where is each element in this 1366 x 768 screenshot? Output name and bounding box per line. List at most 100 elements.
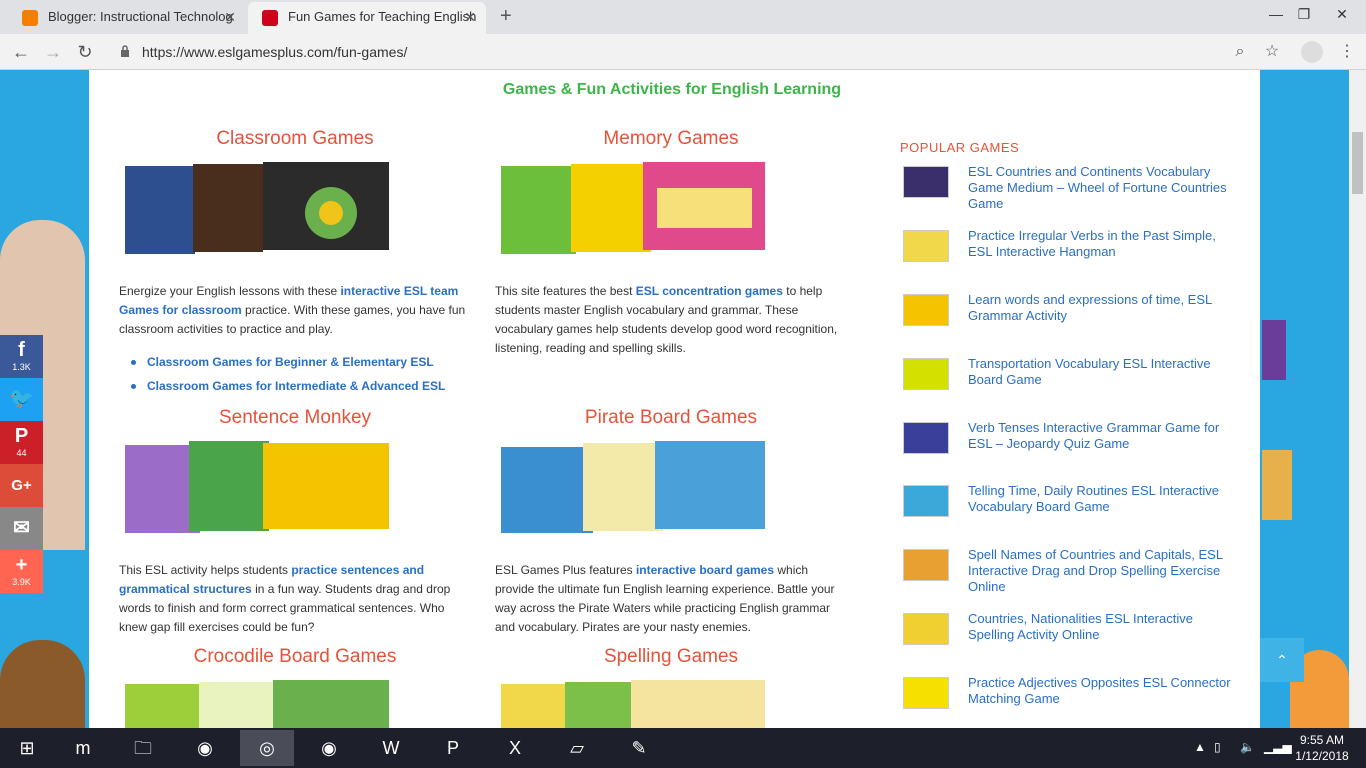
forward-icon[interactable]: → bbox=[40, 40, 66, 64]
file-manager-icon[interactable]: ▱ bbox=[550, 730, 604, 766]
popular-game-link[interactable]: Verb Tenses Interactive Grammar Game for… bbox=[968, 420, 1240, 452]
monkey-illustration bbox=[0, 640, 85, 728]
close-tab-icon[interactable]: ✕ bbox=[464, 2, 476, 32]
game-thumbnail[interactable] bbox=[903, 613, 949, 645]
esl-concentration-games-link[interactable]: ESL concentration games bbox=[636, 284, 783, 298]
game-thumbnail[interactable] bbox=[903, 677, 949, 709]
google-plus-share-button[interactable]: G+ bbox=[0, 464, 43, 507]
game-thumbnail[interactable] bbox=[903, 485, 949, 517]
pirate-board-games-thumbnail[interactable] bbox=[499, 437, 767, 537]
menu-icon[interactable]: ⋮ bbox=[1336, 41, 1358, 63]
card-title[interactable]: Memory Games bbox=[495, 128, 847, 150]
tab-strip: Blogger: Instructional Technolog ✕ Fun G… bbox=[0, 0, 1366, 34]
memory-games-thumbnail[interactable] bbox=[499, 158, 767, 258]
new-tab-button[interactable]: + bbox=[500, 5, 512, 28]
game-thumbnail[interactable] bbox=[903, 549, 949, 581]
more-share-button[interactable]: + 3.9K bbox=[0, 550, 43, 593]
windows-start-icon[interactable]: ⊞ bbox=[0, 730, 54, 766]
scrollbar-thumb[interactable] bbox=[1352, 132, 1363, 194]
card-title[interactable]: Pirate Board Games bbox=[495, 407, 847, 429]
restore-icon[interactable]: ❐ bbox=[1284, 2, 1324, 26]
reload-icon[interactable]: ↻ bbox=[72, 40, 98, 64]
volume-icon[interactable]: 🔈 bbox=[1240, 740, 1255, 754]
blogger-icon bbox=[22, 10, 38, 26]
game-thumbnail[interactable] bbox=[903, 294, 949, 326]
popular-game-link[interactable]: Learn words and expressions of time, ESL… bbox=[968, 292, 1240, 324]
file-explorer-icon[interactable]: 🗀 bbox=[116, 730, 170, 766]
card-title[interactable]: Classroom Games bbox=[119, 128, 471, 150]
network-icon[interactable]: ▯ bbox=[1214, 740, 1221, 754]
popular-game-link[interactable]: ESL Countries and Continents Vocabulary … bbox=[968, 164, 1240, 212]
share-count: 1.3K bbox=[12, 362, 31, 372]
share-count: 44 bbox=[16, 448, 27, 458]
twitter-icon: 🐦 bbox=[9, 388, 34, 410]
link-intermediate-advanced[interactable]: Classroom Games for Intermediate & Advan… bbox=[119, 374, 479, 398]
page-title: Games & Fun Activities for English Learn… bbox=[502, 81, 842, 98]
main-content: Games & Fun Activities for English Learn… bbox=[89, 70, 1260, 728]
url-text: https://www.eslgamesplus.com/fun-games/ bbox=[142, 44, 408, 60]
chrome-icon[interactable]: ◎ bbox=[240, 730, 294, 766]
tray-chevron-icon[interactable]: ▲ bbox=[1194, 740, 1206, 754]
tab-label: Blogger: Instructional Technolog bbox=[48, 9, 233, 24]
popular-game-link[interactable]: Countries, Nationalities ESL Interactive… bbox=[968, 611, 1240, 643]
game-thumbnail[interactable] bbox=[903, 230, 949, 262]
address-bar[interactable]: https://www.eslgamesplus.com/fun-games/ bbox=[110, 38, 1260, 66]
word-icon[interactable]: W bbox=[364, 730, 418, 766]
link-beginner-elementary[interactable]: Classroom Games for Beginner & Elementar… bbox=[119, 350, 479, 374]
card-description: ESL Games Plus features interactive boar… bbox=[495, 563, 835, 634]
tab-fun-games[interactable]: Fun Games for Teaching English ✕ bbox=[248, 2, 486, 34]
classroom-games-thumbnail[interactable] bbox=[123, 158, 391, 258]
popular-game-link[interactable]: Spell Names of Countries and Capitals, E… bbox=[968, 547, 1240, 595]
lock-icon bbox=[121, 45, 129, 57]
books-illustration bbox=[1262, 450, 1292, 520]
popular-game-link[interactable]: Practice Irregular Verbs in the Past Sim… bbox=[968, 228, 1240, 260]
google-plus-icon: G+ bbox=[11, 477, 32, 494]
tab-blogger[interactable]: Blogger: Instructional Technolog ✕ bbox=[8, 2, 246, 34]
maxthon-icon[interactable]: m bbox=[56, 730, 110, 766]
facebook-icon: f bbox=[18, 339, 25, 361]
spelling-games-thumbnail[interactable] bbox=[499, 676, 767, 728]
sentence-monkey-thumbnail[interactable] bbox=[123, 437, 391, 537]
twitter-share-button[interactable]: 🐦 bbox=[0, 378, 43, 421]
clock-time: 9:55 AM bbox=[1299, 733, 1345, 747]
card-description: This ESL activity helps students practic… bbox=[119, 563, 451, 634]
card-title[interactable]: Crocodile Board Games bbox=[119, 646, 471, 668]
popular-game-link[interactable]: Transportation Vocabulary ESL Interactiv… bbox=[968, 356, 1240, 388]
share-count: 3.9K bbox=[12, 577, 31, 587]
email-icon: ✉ bbox=[13, 517, 30, 539]
back-icon[interactable]: ← bbox=[8, 40, 34, 64]
close-tab-icon[interactable]: ✕ bbox=[224, 2, 236, 32]
windows-taskbar: ⊞ m 🗀 ◉ ◎ ◉ W P X ▱ ✎ ▲ ▯ 🔈 ▁▃▅ 9:55 AM … bbox=[0, 728, 1366, 768]
paint-icon[interactable]: ✎ bbox=[612, 730, 666, 766]
crocodile-board-games-thumbnail[interactable] bbox=[123, 676, 391, 728]
bookmark-star-icon[interactable]: ☆ bbox=[1261, 41, 1283, 63]
close-window-icon[interactable]: ✕ bbox=[1322, 2, 1362, 26]
graduation-cap-illustration bbox=[1262, 320, 1286, 380]
tray-clock[interactable]: 9:55 AM 1/12/2018 bbox=[1290, 732, 1354, 764]
card-description: This site features the best ESL concentr… bbox=[495, 284, 838, 355]
interactive-board-games-link[interactable]: interactive board games bbox=[636, 563, 774, 577]
signal-icon[interactable]: ▁▃▅ bbox=[1264, 740, 1292, 754]
popular-game-link[interactable]: Practice Adjectives Opposites ESL Connec… bbox=[968, 675, 1240, 707]
facebook-share-button[interactable]: f 1.3K bbox=[0, 335, 43, 378]
card-title[interactable]: Sentence Monkey bbox=[119, 407, 471, 429]
card-title[interactable]: Spelling Games bbox=[495, 646, 847, 668]
firefox-nightly-icon[interactable]: ◉ bbox=[302, 730, 356, 766]
powerpoint-icon[interactable]: P bbox=[426, 730, 480, 766]
profile-avatar-icon[interactable] bbox=[1301, 41, 1323, 63]
scroll-to-top-button[interactable]: ⌃ bbox=[1260, 638, 1304, 682]
zoom-icon[interactable]: ⌕ bbox=[1229, 41, 1251, 63]
game-thumbnail[interactable] bbox=[903, 422, 949, 454]
browser-toolbar: ← → ↻ https://www.eslgamesplus.com/fun-g… bbox=[0, 34, 1366, 70]
page-scrollbar[interactable] bbox=[1349, 70, 1366, 728]
email-share-button[interactable]: ✉ bbox=[0, 507, 43, 550]
tab-label: Fun Games for Teaching English bbox=[288, 9, 477, 24]
firefox-icon[interactable]: ◉ bbox=[178, 730, 232, 766]
clock-date: 1/12/2018 bbox=[1295, 749, 1349, 763]
game-thumbnail[interactable] bbox=[903, 166, 949, 198]
game-thumbnail[interactable] bbox=[903, 358, 949, 390]
pinterest-share-button[interactable]: P 44 bbox=[0, 421, 43, 464]
excel-icon[interactable]: X bbox=[488, 730, 542, 766]
popular-games-heading: POPULAR GAMES bbox=[900, 140, 1020, 155]
popular-game-link[interactable]: Telling Time, Daily Routines ESL Interac… bbox=[968, 483, 1240, 515]
